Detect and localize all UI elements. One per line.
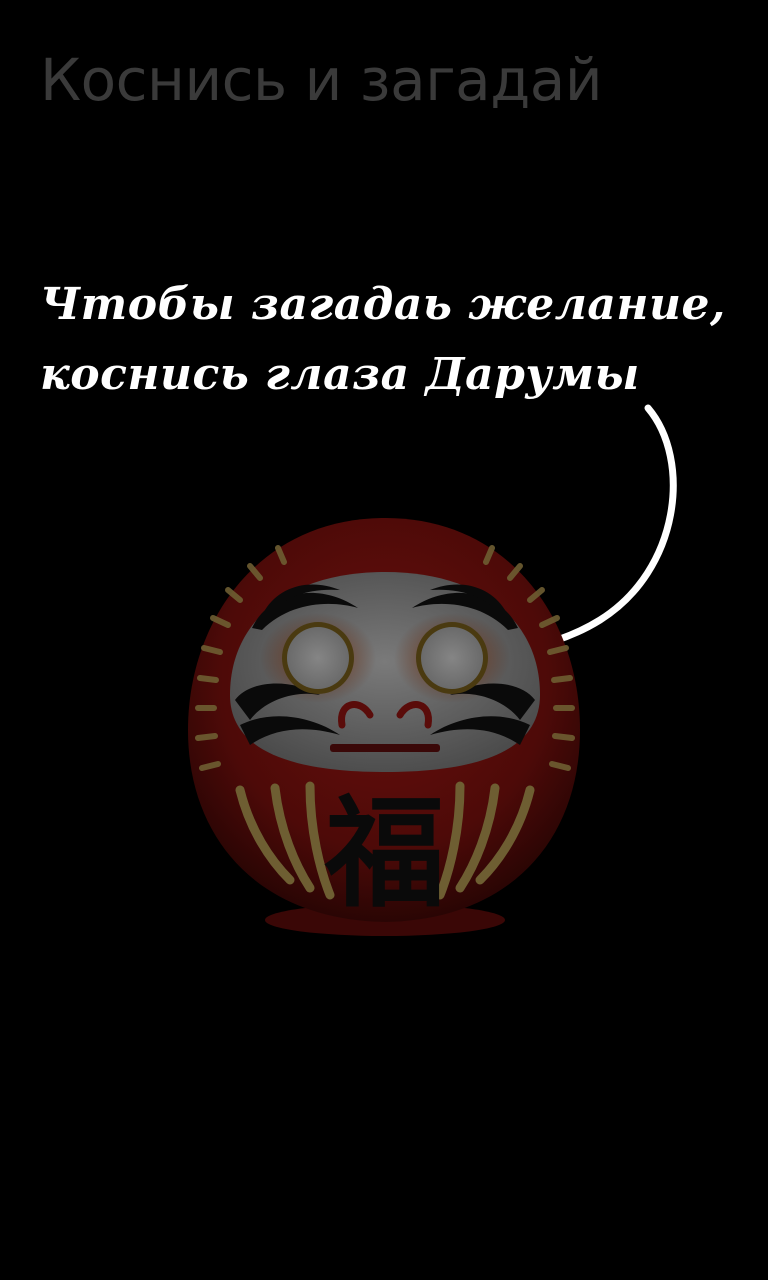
daruma-kanji: 福 (324, 783, 445, 924)
daruma-left-eye[interactable] (282, 622, 354, 694)
daruma-right-eye[interactable] (416, 622, 488, 694)
daruma-doll[interactable]: 福 (180, 510, 590, 940)
instruction-line-1: Чтобы загадаь желание, (40, 279, 726, 330)
daruma-illustration: 福 (188, 518, 580, 936)
page-title: Коснись и загадай (40, 46, 603, 114)
instruction-text: Чтобы загадаь желание, коснись глаза Дар… (40, 270, 750, 410)
